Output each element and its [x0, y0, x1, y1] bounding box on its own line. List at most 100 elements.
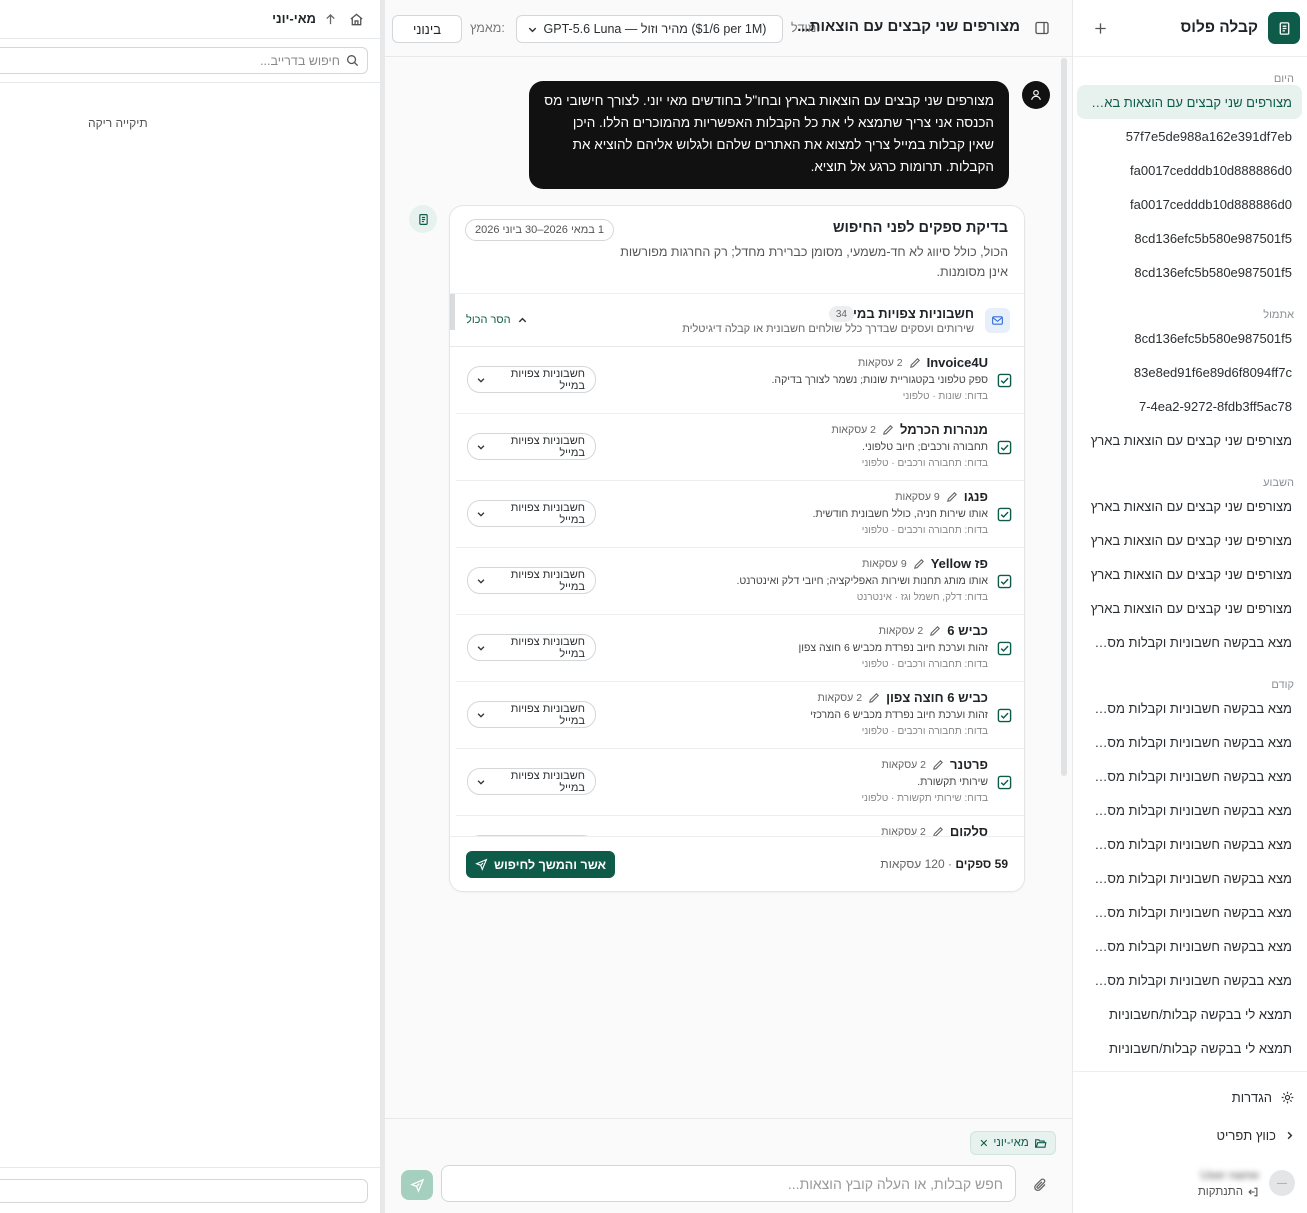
chat-history-item[interactable]: fa0017cedddb10d888886d0 — [1077, 187, 1302, 221]
pencil-icon[interactable] — [868, 692, 880, 704]
remove-all-button[interactable]: הסר הכול — [466, 314, 528, 326]
user-name: User name — [1200, 1168, 1259, 1182]
chat-history-title: מצורפים שני קבצים עם הוצאות בארץ — [1090, 498, 1292, 514]
chat-history-item[interactable]: תמצא לי בבקשה קבלות/חשבוניות — [1077, 997, 1302, 1031]
pencil-icon[interactable] — [882, 424, 894, 436]
vendor-category-select[interactable]: חשבוניות צפויות במייל — [467, 433, 596, 460]
chat-history-item[interactable]: 8cd136efc5b580e987501f5 — [1077, 321, 1302, 355]
card-footer: 59 ספקים · 120 עסקאות אשר והמשך לחיפוש — [450, 836, 1024, 891]
chat-history-item[interactable]: 57f7e5de988a162e391df7eb — [1077, 119, 1302, 153]
chevron-down-icon — [476, 375, 486, 385]
chat-history-item[interactable]: מצורפים שני קבצים עם הוצאות בארץ — [1077, 489, 1302, 523]
pencil-icon[interactable] — [932, 759, 944, 771]
chat-history-item[interactable]: 8cd136efc5b580e987501f5 — [1077, 255, 1302, 289]
chat-history-item[interactable]: מצורפים שני קבצים עם הוצאות בארץ — [1077, 557, 1302, 591]
effort-label: מאמץ: — [470, 21, 505, 35]
card-title: בדיקת ספקים לפני החיפוש — [832, 220, 1008, 236]
chat-history-item[interactable]: מצורפים שני קבצים עם הוצאות בארץ — [1077, 423, 1302, 457]
checkbox-checked-icon[interactable] — [997, 574, 1012, 589]
chevron-up-icon[interactable] — [517, 315, 528, 326]
chat-history-item[interactable]: מצא בבקשה חשבוניות וקבלות מספקים — [1077, 827, 1302, 861]
chat-history-item[interactable]: מצורפים שני קבצים עם הוצאות בארץ — [1077, 591, 1302, 625]
vendor-transaction-count: 9 עסקאות — [895, 490, 940, 503]
close-icon[interactable]: ✕ — [979, 1137, 988, 1150]
send-icon — [475, 858, 488, 871]
chat-input[interactable] — [454, 1175, 1003, 1192]
pencil-icon[interactable] — [909, 357, 921, 369]
checkbox-checked-icon[interactable] — [997, 373, 1012, 388]
user-avatar-icon — [1022, 81, 1050, 109]
checkbox-checked-icon[interactable] — [997, 775, 1012, 790]
collapse-menu-button[interactable]: כווץ תפריט — [1217, 1128, 1295, 1143]
checkbox-checked-icon[interactable] — [997, 708, 1012, 723]
pencil-icon[interactable] — [913, 558, 925, 570]
vendor-title-line: כביש 6 חוצה צפון 2 עסקאות — [818, 690, 988, 705]
vendor-category-value: חשבוניות צפויות במייל — [510, 702, 585, 727]
chat-history-item[interactable]: 8cd136efc5b580e987501f5 — [1077, 221, 1302, 255]
chat-history-item[interactable]: מצא בבקשה חשבוניות וקבלות מספקים — [1077, 625, 1302, 659]
chat-history-item[interactable]: תמצא לי בבקשה קבלות/חשבוניות — [1077, 1031, 1302, 1065]
chat-history-title: מצא בבקשה חשבוניות וקבלות מספקים — [1087, 972, 1292, 988]
drive-search-box[interactable] — [0, 47, 368, 74]
chat-history-item[interactable]: 7-4ea2-9272-8fdb3ff5ac78 — [1077, 389, 1302, 423]
confirm-continue-button[interactable]: אשר והמשך לחיפוש — [466, 851, 615, 878]
vendor-row: כביש 6 חוצה צפון 2 עסקאות זהות וערכת חיו… — [456, 682, 1024, 749]
chat-history-item[interactable]: מצא בבקשה חשבוניות וקבלות מספקים — [1077, 963, 1302, 997]
drive-footer-input[interactable] — [0, 1179, 368, 1203]
chat-history-item[interactable]: מצא בבקשה חשבוניות וקבלות מספקים — [1077, 725, 1302, 759]
vendor-row: סלקום 2 עסקאות חשבוניות צפויות במייל — [456, 816, 1024, 838]
vendor-name: פרטנר — [949, 757, 988, 772]
vendor-row: פרטנר 2 עסקאות שירותי תקשורת. בדוח: שירו… — [456, 749, 1024, 816]
chat-history-item[interactable]: fa0017cedddb10d888886d0 — [1077, 153, 1302, 187]
chat-history-item[interactable]: מצורפים שני קבצים עם הוצאות בארץ — [1077, 523, 1302, 557]
checkbox-checked-icon[interactable] — [997, 641, 1012, 656]
drive-search-input[interactable] — [1, 53, 340, 68]
chat-history-item[interactable]: 83e8ed91f6e89d6f8094ff7c — [1077, 355, 1302, 389]
folder-chip[interactable]: ✕ מאי-יוני — [970, 1131, 1056, 1155]
vendor-category-select[interactable]: חשבוניות צפויות במייל — [467, 701, 596, 728]
vendor-description: אותו מותג תחנות ושירות האפליקציה; חיובי … — [736, 575, 988, 587]
user-profile[interactable]: — User name התנתקות — [1198, 1168, 1295, 1198]
vendor-category-select[interactable]: חשבוניות צפויות במייל — [467, 500, 596, 527]
vendor-category-value: חשבוניות צפויות במייל — [510, 501, 585, 526]
new-chat-plus-icon[interactable] — [1089, 17, 1111, 39]
chat-history-item[interactable]: מצא בבקשה חשבוניות וקבלות מספקים — [1077, 929, 1302, 963]
arrow-up-icon[interactable] — [324, 13, 337, 26]
paperclip-icon[interactable] — [1032, 1177, 1048, 1193]
pencil-icon[interactable] — [929, 625, 941, 637]
checkbox-checked-icon[interactable] — [997, 507, 1012, 522]
history-group-label: היום — [1273, 73, 1294, 85]
chat-history-item[interactable]: מצא בבקשה חשבוניות וקבלות מספקים — [1077, 691, 1302, 725]
date-range-badge: 1 במאי 2026–30 ביוני 2026 — [465, 219, 615, 241]
vendor-category-select[interactable]: חשבוניות צפויות במייל — [467, 768, 596, 795]
send-button[interactable] — [401, 1170, 433, 1200]
sidebar-toggle-icon[interactable] — [1034, 20, 1050, 36]
vendor-report-tags: בדוח: דלק, חשמל וגז · אינטרנט — [856, 592, 988, 603]
vendor-category-select[interactable]: חשבוניות צפויות במייל — [467, 366, 596, 393]
vendor-category-select[interactable]: חשבוניות צפויות במייל — [467, 567, 596, 594]
vendor-review-card: בדיקת ספקים לפני החיפוש 1 במאי 2026–30 ב… — [449, 205, 1025, 892]
vendor-description: תחבורה ורכבים; חיוב טלפוני. — [862, 441, 988, 453]
settings-button[interactable]: הגדרות — [1232, 1090, 1295, 1105]
chat-history-item[interactable]: מצא בבקשה חשבוניות וקבלות מספקים — [1077, 793, 1302, 827]
vendor-title-line: כביש 6 2 עסקאות — [879, 623, 988, 638]
chat-input-box[interactable] — [441, 1165, 1016, 1202]
confirm-label: אשר והמשך לחיפוש — [493, 857, 607, 872]
effort-select[interactable]: בינוני — [392, 15, 462, 43]
vendor-category-select[interactable]: חשבוניות צפויות במייל — [467, 634, 596, 661]
chat-history-item[interactable]: מצא בבקשה חשבוניות וקבלות מספקים — [1077, 759, 1302, 793]
chevron-down-icon — [476, 442, 486, 452]
vendor-list-scrollbar[interactable] — [450, 294, 455, 330]
chat-history-item[interactable]: מצא בבקשה חשבוניות וקבלות מספקים — [1077, 895, 1302, 929]
chat-history-item[interactable]: מצא בבקשה חשבוניות וקבלות מספקים — [1077, 861, 1302, 895]
home-icon[interactable] — [349, 12, 364, 27]
model-select[interactable]: GPT-5.6 Luna — מהיר וזול ($1/6 per 1M) — [516, 15, 783, 43]
chat-scrollbar[interactable] — [1061, 58, 1067, 776]
checkbox-checked-icon[interactable] — [997, 440, 1012, 455]
vendor-name: כביש 6 חוצה צפון — [886, 690, 988, 705]
chat-history-item[interactable]: מצורפים שני קבצים עם הוצאות בארץ ובחו"ל — [1077, 85, 1302, 119]
footer-stats: 59 ספקים · 120 עסקאות — [880, 857, 1008, 871]
vendor-report-tags: בדוח: תחבורה ורכבים · טלפוני — [861, 659, 988, 670]
logout-button[interactable]: התנתקות — [1198, 1186, 1259, 1198]
pencil-icon[interactable] — [946, 491, 958, 503]
